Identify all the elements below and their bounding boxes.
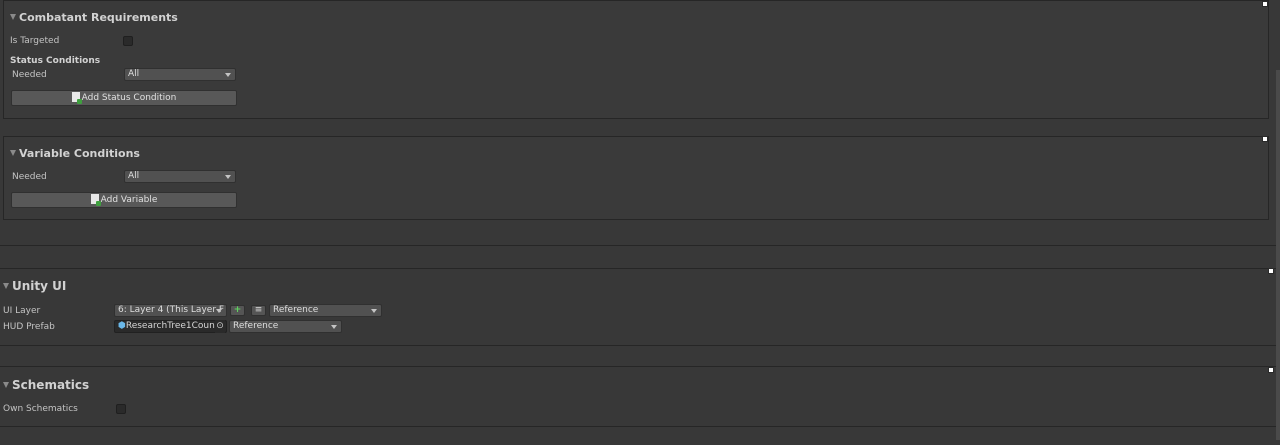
status-conditions-label: Status Conditions xyxy=(10,56,101,66)
own-schematics-label: Own Schematics xyxy=(3,404,78,414)
status-needed-label: Needed xyxy=(12,70,47,80)
ui-layer-value: 6: Layer 4 (This Layer F xyxy=(118,305,225,315)
section-separator xyxy=(0,426,1276,445)
add-document-icon xyxy=(71,91,82,104)
variable-conditions-foldout[interactable]: Variable Conditions xyxy=(10,147,140,160)
foldout-triangle-icon xyxy=(3,282,9,289)
section-separator xyxy=(0,345,1276,367)
schematics-title: Schematics xyxy=(12,378,90,392)
chevron-down-icon xyxy=(216,309,222,313)
ui-layer-mode-value: Reference xyxy=(273,305,319,315)
ui-layer-dropdown[interactable]: 6: Layer 4 (This Layer F xyxy=(114,304,227,317)
add-layer-button[interactable]: + xyxy=(230,305,245,316)
hud-prefab-value: ResearchTree1Count xyxy=(125,321,219,331)
hud-prefab-mode-dropdown[interactable]: Reference xyxy=(229,320,342,333)
scrollbar[interactable] xyxy=(1276,70,1280,440)
unity-ui-foldout[interactable]: Unity UI xyxy=(3,279,66,293)
is-targeted-label: Is Targeted xyxy=(10,36,60,46)
variable-needed-dropdown[interactable]: All xyxy=(124,170,236,183)
combatant-requirements-title: Combatant Requirements xyxy=(19,11,178,24)
foldout-triangle-icon xyxy=(10,14,16,20)
variable-needed-label: Needed xyxy=(12,172,47,182)
chevron-down-icon xyxy=(331,325,337,329)
add-icon: + xyxy=(233,305,242,315)
add-variable-label: Add Variable xyxy=(100,195,158,205)
add-status-condition-button[interactable]: Add Status Condition xyxy=(11,90,237,106)
variable-conditions-title: Variable Conditions xyxy=(19,147,140,160)
object-picker-icon[interactable]: ⊙ xyxy=(215,320,225,333)
hud-prefab-mode-value: Reference xyxy=(233,321,279,331)
menu-icon: ≡ xyxy=(254,305,263,315)
status-needed-dropdown[interactable]: All xyxy=(124,68,236,81)
combatant-requirements-foldout[interactable]: Combatant Requirements xyxy=(10,11,178,24)
own-schematics-checkbox[interactable] xyxy=(116,404,126,414)
foldout-triangle-icon xyxy=(3,381,9,388)
layer-menu-button[interactable]: ≡ xyxy=(251,305,266,316)
ui-layer-label: UI Layer xyxy=(3,306,41,316)
unity-ui-title: Unity UI xyxy=(12,279,67,293)
resize-handle-icon[interactable] xyxy=(1262,136,1268,142)
resize-handle-icon[interactable] xyxy=(1268,268,1274,274)
variable-needed-value: All xyxy=(128,171,140,181)
chevron-down-icon xyxy=(225,175,231,179)
chevron-down-icon xyxy=(371,309,377,313)
schematics-foldout[interactable]: Schematics xyxy=(3,378,89,392)
hud-prefab-field[interactable]: ⬢ResearchTree1Count xyxy=(114,320,227,333)
prefab-cube-icon: ⬢ xyxy=(118,321,126,331)
status-needed-value: All xyxy=(128,69,140,79)
chevron-down-icon xyxy=(225,73,231,77)
add-status-condition-label: Add Status Condition xyxy=(81,93,177,103)
resize-handle-icon[interactable] xyxy=(1262,1,1268,7)
add-document-icon xyxy=(90,193,101,206)
add-variable-button[interactable]: Add Variable xyxy=(11,192,237,208)
resize-handle-icon[interactable] xyxy=(1268,367,1274,373)
is-targeted-checkbox[interactable] xyxy=(123,36,133,46)
ui-layer-mode-dropdown[interactable]: Reference xyxy=(269,304,382,317)
section-separator xyxy=(0,245,1276,269)
foldout-triangle-icon xyxy=(10,150,16,156)
hud-prefab-label: HUD Prefab xyxy=(3,322,55,332)
